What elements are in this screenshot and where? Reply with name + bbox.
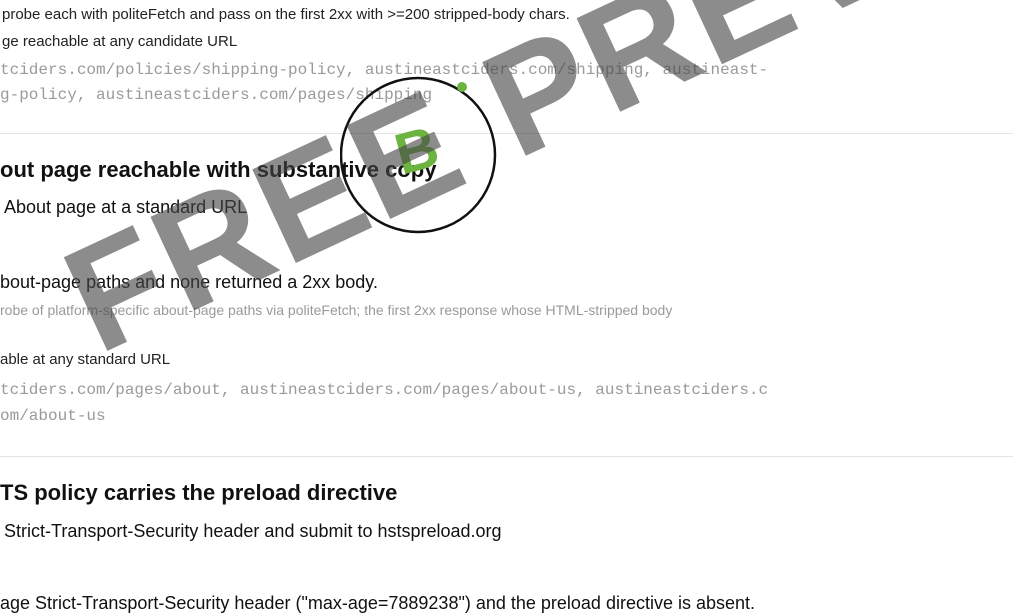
about-check-detail: robe of platform-specific about-page pat… bbox=[0, 302, 673, 318]
hsts-check-result: age Strict-Transport-Security header ("m… bbox=[0, 593, 756, 613]
shipping-intro-text: probe each with politeFetch and pass on … bbox=[2, 6, 570, 23]
free-preview-watermark: FREE PREVIEW bbox=[40, 0, 1013, 385]
hsts-check-subtitle: Strict-Transport-Security header and sub… bbox=[4, 521, 502, 541]
about-check-subtitle: About page at a standard URL bbox=[4, 197, 248, 217]
brand-badge-logo: B bbox=[339, 70, 500, 240]
about-check-result: bout-page paths and none returned a 2xx … bbox=[0, 272, 378, 292]
badge-letter: B bbox=[388, 114, 445, 188]
shipping-fail-label: ge reachable at any candidate URL bbox=[2, 33, 238, 50]
section-divider bbox=[0, 133, 1013, 134]
section-divider bbox=[0, 456, 1013, 457]
badge-dot bbox=[457, 82, 467, 92]
about-urls-line-1: tciders.com/pages/about, austineastcider… bbox=[0, 381, 769, 399]
badge-ring-icon: B bbox=[339, 76, 497, 234]
hsts-check-title: TS policy carries the preload directive bbox=[0, 480, 398, 505]
about-fail-label: able at any standard URL bbox=[0, 351, 171, 368]
about-urls-line-2: om/about-us bbox=[0, 407, 106, 425]
